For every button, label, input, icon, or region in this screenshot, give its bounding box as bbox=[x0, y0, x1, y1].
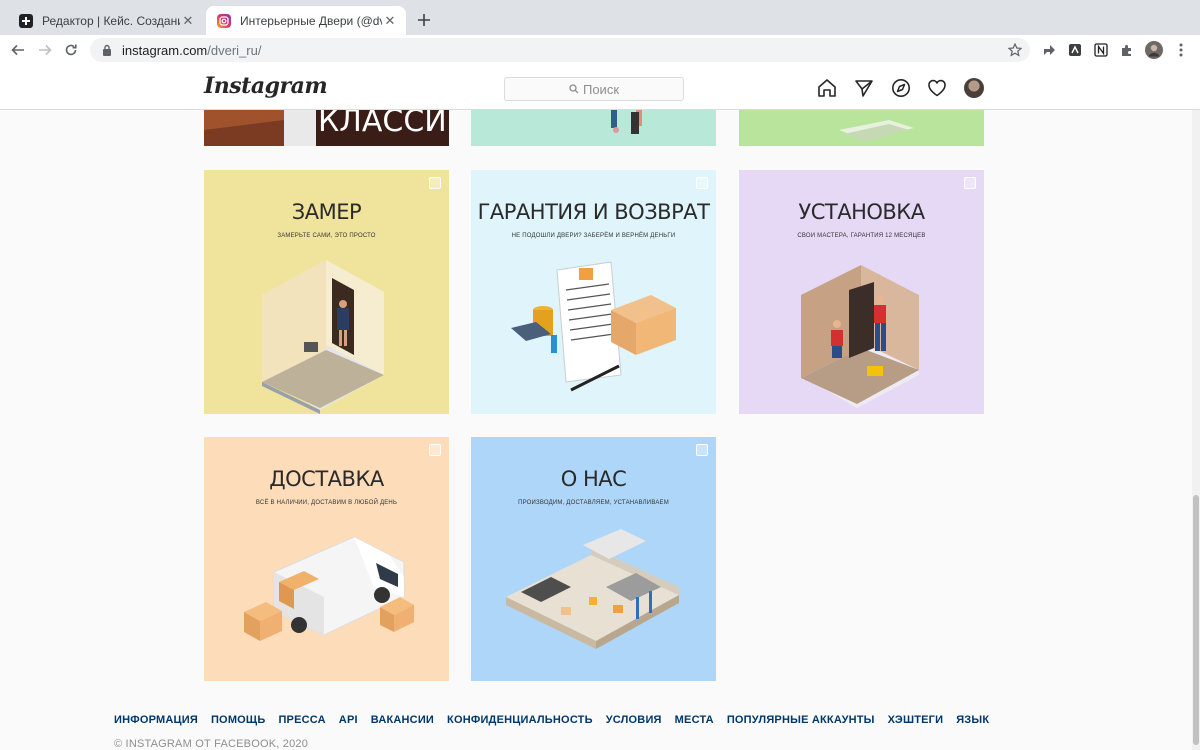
page-scrollbar-thumb[interactable] bbox=[1193, 495, 1199, 745]
extension-arrow-icon[interactable] bbox=[1040, 41, 1058, 59]
post-title: УСТАНОВКА bbox=[798, 200, 925, 224]
search-icon bbox=[569, 84, 579, 94]
carousel-icon bbox=[696, 177, 708, 189]
address-bar[interactable]: instagram.com/dveri_ru/ bbox=[90, 38, 1030, 62]
post-garantiya[interactable]: ГАРАНТИЯ И ВОЗВРАТ НЕ ПОДОШЛИ ДВЕРИ? ЗАБ… bbox=[471, 170, 716, 414]
post-subtitle: ПРОИЗВОДИМ, ДОСТАВЛЯЕМ, УСТАНАВЛИВАЕМ bbox=[518, 500, 669, 506]
footer-link-help[interactable]: ПОМОЩЬ bbox=[211, 714, 266, 726]
footer-link-terms[interactable]: УСЛОВИЯ bbox=[606, 714, 662, 726]
browser-menu-icon[interactable] bbox=[1172, 41, 1190, 59]
post-dostavka[interactable]: ДОСТАВКА ВСЁ В НАЛИЧИИ, ДОСТАВИМ В ЛЮБОЙ… bbox=[204, 437, 449, 681]
browser-toolbar: instagram.com/dveri_ru/ bbox=[0, 35, 1200, 65]
browser-tab-instagram[interactable]: Интерьерные Двери (@dveri_ ✕ bbox=[206, 6, 406, 35]
post-zamer[interactable]: ЗАМЕР ЗАМЕРЬТЕ САМИ, ЭТО ПРОСТО bbox=[204, 170, 449, 414]
url-host: instagram.com bbox=[122, 42, 208, 58]
extension-box-icon[interactable] bbox=[1066, 41, 1084, 59]
profile-avatar[interactable] bbox=[964, 78, 984, 98]
reload-icon[interactable] bbox=[61, 40, 81, 60]
footer-link-locations[interactable]: МЕСТА bbox=[675, 714, 714, 726]
footer-link-privacy[interactable]: КОНФИДЕНЦИАЛЬНОСТЬ bbox=[447, 714, 593, 726]
search-input[interactable]: Поиск bbox=[504, 77, 684, 101]
back-arrow-icon[interactable] bbox=[8, 40, 28, 60]
post-title: ЗАМЕР bbox=[291, 200, 362, 224]
extensions-puzzle-icon[interactable] bbox=[1118, 41, 1136, 59]
close-tab-icon[interactable]: ✕ bbox=[180, 13, 196, 29]
footer-link-jobs[interactable]: ВАКАНСИИ bbox=[371, 714, 434, 726]
carousel-icon bbox=[429, 444, 441, 456]
tab-title: Редактор | Кейс. Создание и bbox=[42, 13, 180, 28]
new-tab-icon[interactable] bbox=[414, 10, 434, 30]
footer-copyright: © INSTAGRAM ОТ FACEBOOK, 2020 bbox=[114, 738, 309, 750]
browser-tab-strip: Редактор | Кейс. Создание и ✕ Интерьерны… bbox=[0, 0, 1200, 35]
footer-link-hashtags[interactable]: ХЭШТЕГИ bbox=[888, 714, 944, 726]
explore-compass-icon[interactable] bbox=[890, 77, 912, 99]
close-tab-icon[interactable]: ✕ bbox=[382, 13, 398, 29]
footer-link-press[interactable]: ПРЕССА bbox=[278, 714, 325, 726]
post-partial-3[interactable] bbox=[739, 110, 984, 146]
people-illustration bbox=[611, 110, 642, 134]
post-subtitle: ЗАМЕРЬТЕ САМИ, ЭТО ПРОСТО bbox=[277, 233, 376, 239]
footer-link-info[interactable]: ИНФОРМАЦИЯ bbox=[114, 714, 198, 726]
notion-extension-icon[interactable] bbox=[1092, 41, 1110, 59]
post-ustanovka[interactable]: УСТАНОВКА СВОИ МАСТЕРА, ГАРАНТИЯ 12 МЕСЯ… bbox=[739, 170, 984, 414]
post-subtitle: СВОИ МАСТЕРА, ГАРАНТИЯ 12 МЕСЯЦЕВ bbox=[797, 233, 926, 239]
search-placeholder: Поиск bbox=[582, 81, 620, 97]
url-path: /dveri_ru/ bbox=[207, 42, 262, 58]
instagram-header: Instagram Поиск bbox=[0, 65, 1200, 110]
instagram-logo[interactable]: Instagram bbox=[204, 73, 328, 99]
footer-link-top-accounts[interactable]: ПОПУЛЯРНЫЕ АККАУНТЫ bbox=[727, 714, 875, 726]
post-subtitle: ВСЁ В НАЛИЧИИ, ДОСТАВИМ В ЛЮБОЙ ДЕНЬ bbox=[255, 500, 398, 506]
carousel-icon bbox=[696, 444, 708, 456]
activity-heart-icon[interactable] bbox=[926, 77, 948, 99]
direct-message-icon[interactable] bbox=[853, 77, 875, 99]
browser-tab-editor[interactable]: Редактор | Кейс. Создание и ✕ bbox=[8, 6, 204, 35]
post-title: О НАС bbox=[560, 467, 627, 491]
footer-link-api[interactable]: API bbox=[339, 714, 358, 726]
post-o-nas[interactable]: О НАС ПРОИЗВОДИМ, ДОСТАВЛЯЕМ, УСТАНАВЛИВ… bbox=[471, 437, 716, 681]
post-title: ДОСТАВКА bbox=[269, 467, 384, 491]
editor-favicon-icon bbox=[18, 13, 34, 29]
post-subtitle: НЕ ПОДОШЛИ ДВЕРИ? ЗАБЕРЁМ И ВЕРНЁМ ДЕНЬГ… bbox=[511, 233, 676, 239]
post-partial-2[interactable] bbox=[471, 110, 716, 146]
home-icon[interactable] bbox=[816, 77, 838, 99]
carousel-icon bbox=[964, 177, 976, 189]
footer-link-language[interactable]: ЯЗЫК bbox=[956, 714, 989, 726]
post-title: ГАРАНТИЯ И ВОЗВРАТ bbox=[477, 200, 710, 224]
carousel-icon bbox=[429, 177, 441, 189]
footer-links: ИНФОРМАЦИЯ ПОМОЩЬ ПРЕССА API ВАКАНСИИ КО… bbox=[114, 714, 989, 726]
tab-title: Интерьерные Двери (@dveri_ bbox=[240, 13, 382, 28]
post-partial-label: КЛАССИК bbox=[318, 110, 449, 139]
lock-icon[interactable] bbox=[100, 43, 114, 57]
post-partial-classic[interactable]: КЛАССИК bbox=[204, 110, 449, 146]
instagram-favicon-icon bbox=[216, 13, 232, 29]
bookmark-star-icon[interactable] bbox=[1006, 41, 1024, 59]
forward-arrow-icon[interactable] bbox=[35, 40, 55, 60]
profile-avatar-icon[interactable] bbox=[1145, 41, 1163, 59]
money-illustration bbox=[839, 120, 914, 142]
